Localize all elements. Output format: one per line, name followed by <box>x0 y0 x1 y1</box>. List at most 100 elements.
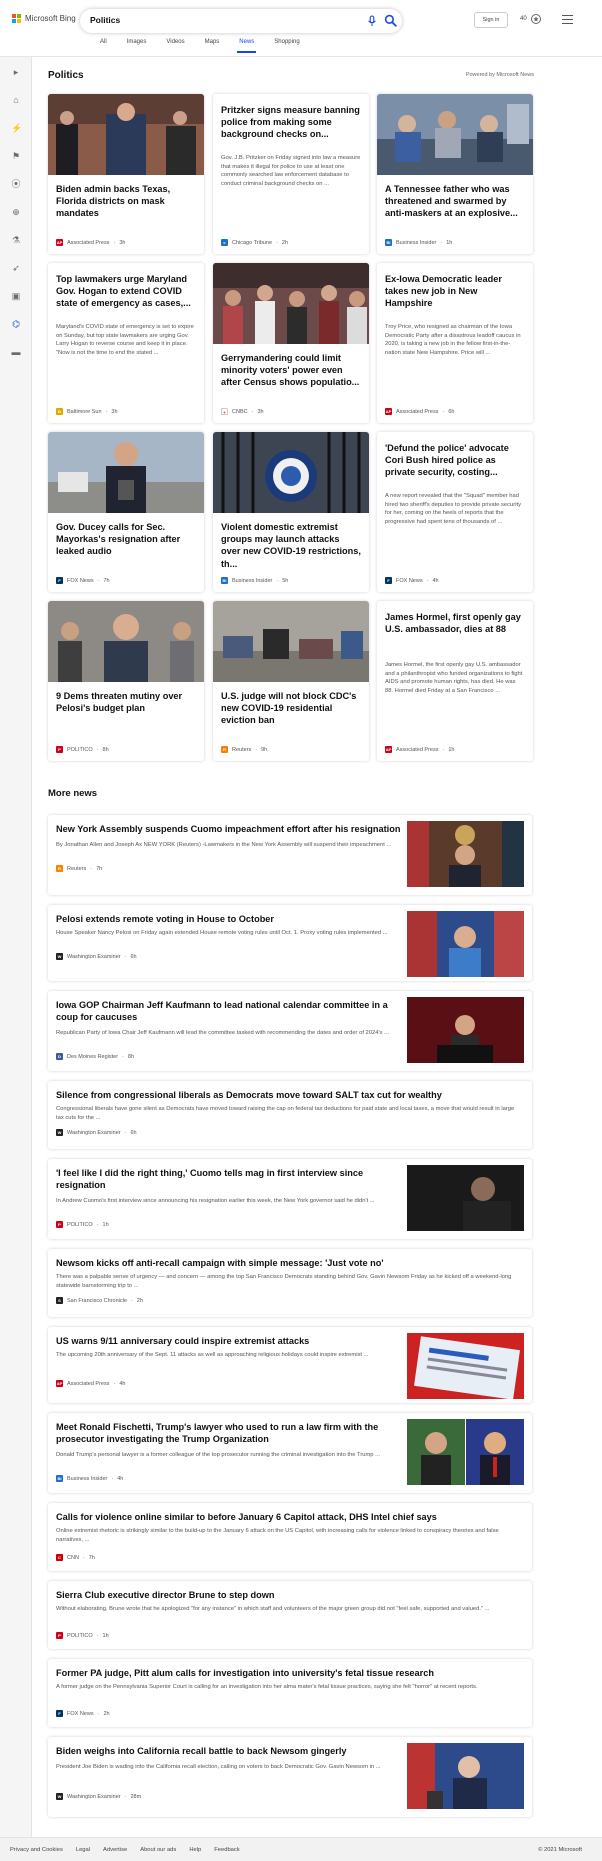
card-title[interactable]: Top lawmakers urge Maryland Gov. Hogan t… <box>56 273 196 310</box>
more-news-item[interactable]: Silence from congressional liberals as D… <box>48 1081 532 1149</box>
sign-in-button[interactable]: Sign in <box>474 12 508 28</box>
microphone-icon[interactable] <box>366 15 378 27</box>
card-title[interactable]: 9 Dems threaten mutiny over Pelosi's bud… <box>56 690 196 738</box>
footer-link-help[interactable]: Help <box>189 1847 201 1853</box>
more-news-item[interactable]: Sierra Club executive director Brune to … <box>48 1581 532 1649</box>
more-news-item[interactable]: Newsom kicks off anti-recall campaign wi… <box>48 1249 532 1317</box>
item-title[interactable]: Silence from congressional liberals as D… <box>56 1089 516 1101</box>
more-news-item[interactable]: Biden weighs into California recall batt… <box>48 1737 532 1817</box>
search-input[interactable]: Politics <box>90 15 120 25</box>
tab-images[interactable]: Images <box>117 39 157 49</box>
tab-all[interactable]: All <box>90 39 117 49</box>
more-news-item[interactable]: US warns 9/11 anniversary could inspire … <box>48 1327 532 1403</box>
news-card[interactable]: Violent domestic extremist groups may la… <box>213 432 369 592</box>
card-title[interactable]: 'Defund the police' advocate Cori Bush h… <box>385 442 525 479</box>
news-card[interactable]: Gerrymandering could limit minority vote… <box>213 263 369 423</box>
scitech-icon[interactable]: ⚗ <box>11 235 21 245</box>
more-news-item[interactable]: 'I feel like I did the right thing,' Cuo… <box>48 1159 532 1239</box>
news-card[interactable]: Gov. Ducey calls for Sec. Mayorkas's res… <box>48 432 204 592</box>
card-title[interactable]: Pritzker signs measure banning police fr… <box>221 104 361 141</box>
world-globe-icon[interactable]: ⊕ <box>11 207 21 217</box>
item-title[interactable]: Newsom kicks off anti-recall campaign wi… <box>56 1257 516 1269</box>
tab-videos[interactable]: Videos <box>156 39 194 49</box>
card-image <box>48 601 204 682</box>
item-snippet: In Andrew Cuomo's first interview since … <box>56 1198 375 1204</box>
tab-shopping[interactable]: Shopping <box>264 39 309 49</box>
card-title[interactable]: Gov. Ducey calls for Sec. Mayorkas's res… <box>56 521 196 569</box>
news-card[interactable]: A Tennessee father who was threatened an… <box>377 94 533 254</box>
footer-link-legal[interactable]: Legal <box>76 1847 90 1853</box>
news-card[interactable]: Pritzker signs measure banning police fr… <box>213 94 369 254</box>
footer-link-privacy[interactable]: Privacy and Cookies <box>10 1847 63 1853</box>
source-logo-icon: W <box>56 953 63 960</box>
card-title[interactable]: Biden admin backs Texas, Florida distric… <box>56 183 196 231</box>
more-news-item[interactable]: Calls for violence online similar to bef… <box>48 1503 532 1571</box>
more-news-item[interactable]: Iowa GOP Chairman Jeff Kaufmann to lead … <box>48 991 532 1071</box>
source-logo-icon: BI <box>385 239 392 246</box>
more-news-item[interactable]: Former PA judge, Pitt alum calls for inv… <box>48 1659 532 1727</box>
footer-link-feedback[interactable]: Feedback <box>214 1847 239 1853</box>
item-title[interactable]: US warns 9/11 anniversary could inspire … <box>56 1335 401 1347</box>
item-title[interactable]: Iowa GOP Chairman Jeff Kaufmann to lead … <box>56 999 401 1023</box>
item-title[interactable]: New York Assembly suspends Cuomo impeach… <box>56 823 401 835</box>
more-news-item[interactable]: Pelosi extends remote voting in House to… <box>48 905 532 981</box>
card-title[interactable]: Gerrymandering could limit minority vote… <box>221 352 361 400</box>
card-title[interactable]: Ex-Iowa Democratic leader takes new job … <box>385 273 525 310</box>
news-card[interactable]: Biden admin backs Texas, Florida distric… <box>48 94 204 254</box>
expand-chevron-icon[interactable]: ▸ <box>11 67 21 77</box>
item-title[interactable]: Sierra Club executive director Brune to … <box>56 1589 516 1601</box>
source-logo-icon: F <box>385 577 392 584</box>
source-logo-icon: BI <box>221 577 228 584</box>
hamburger-menu-icon[interactable] <box>562 15 573 24</box>
news-card[interactable]: Top lawmakers urge Maryland Gov. Hogan t… <box>48 263 204 423</box>
local-pin-icon[interactable]: ⦿ <box>11 179 21 189</box>
trending-icon[interactable]: ⚡ <box>11 123 22 133</box>
item-thumbnail <box>407 1419 524 1485</box>
entertainment-icon[interactable]: ▣ <box>11 291 21 301</box>
source-logo-icon: R <box>56 865 63 872</box>
card-image <box>48 432 204 513</box>
item-title[interactable]: Calls for violence online similar to bef… <box>56 1511 516 1523</box>
money-icon[interactable]: ▬ <box>11 347 21 357</box>
bing-logo[interactable]: Microsoft Bing <box>12 14 76 23</box>
item-title[interactable]: Former PA judge, Pitt alum calls for inv… <box>56 1667 516 1679</box>
search-box[interactable]: Politics <box>80 9 402 33</box>
news-card[interactable]: James Hormel, first openly gay U.S. amba… <box>377 601 533 761</box>
item-source: W Washington Examiner · 6h <box>56 1129 137 1136</box>
home-icon[interactable]: ⌂ <box>11 95 21 105</box>
footer-link-advertise[interactable]: Advertise <box>103 1847 127 1853</box>
item-title[interactable]: Biden weighs into California recall batt… <box>56 1745 401 1757</box>
item-title[interactable]: Pelosi extends remote voting in House to… <box>56 913 401 925</box>
tab-news[interactable]: News <box>229 39 264 53</box>
card-title[interactable]: Violent domestic extremist groups may la… <box>221 521 361 569</box>
news-card[interactable]: U.S. judge will not block CDC's new COVI… <box>213 601 369 761</box>
item-thumbnail <box>407 1743 524 1809</box>
news-card[interactable]: 9 Dems threaten mutiny over Pelosi's bud… <box>48 601 204 761</box>
item-snippet: There was a palpable sense of urgency — … <box>56 1274 512 1289</box>
tab-maps[interactable]: Maps <box>195 39 230 49</box>
card-source: R Reuters · 9h <box>221 746 267 753</box>
card-title[interactable]: U.S. judge will not block CDC's new COVI… <box>221 690 361 738</box>
powered-by-label: Powered by Microsoft News <box>465 72 534 78</box>
more-news-item[interactable]: Meet Ronald Fischetti, Trump's lawyer wh… <box>48 1413 532 1493</box>
card-title[interactable]: James Hormel, first openly gay U.S. amba… <box>385 611 525 648</box>
item-thumbnail <box>407 911 524 977</box>
news-card[interactable]: Ex-Iowa Democratic leader takes new job … <box>377 263 533 423</box>
source-logo-icon: BI <box>56 1475 63 1482</box>
more-news-item[interactable]: New York Assembly suspends Cuomo impeach… <box>48 815 532 895</box>
footer-link-about-ads[interactable]: About our ads <box>140 1847 176 1853</box>
item-title[interactable]: Meet Ronald Fischetti, Trump's lawyer wh… <box>56 1421 401 1445</box>
item-source: AP Associated Press · 4h <box>56 1380 126 1387</box>
rewards-count: 40 <box>520 16 527 22</box>
us-news-flag-icon[interactable]: ⚑ <box>11 151 21 161</box>
politics-building-icon[interactable]: ⌬ <box>11 319 21 329</box>
rewards-button[interactable]: 40 <box>520 13 542 25</box>
rocket-icon[interactable]: ➶ <box>11 263 21 273</box>
item-source: R Reuters · 7h <box>56 865 102 872</box>
item-title[interactable]: 'I feel like I did the right thing,' Cuo… <box>56 1167 401 1191</box>
item-thumbnail <box>407 1333 524 1399</box>
card-title[interactable]: A Tennessee father who was threatened an… <box>385 183 525 231</box>
card-source: ✦ CNBC · 3h <box>221 408 264 415</box>
news-card[interactable]: 'Defund the police' advocate Cori Bush h… <box>377 432 533 592</box>
search-icon[interactable] <box>384 14 397 27</box>
